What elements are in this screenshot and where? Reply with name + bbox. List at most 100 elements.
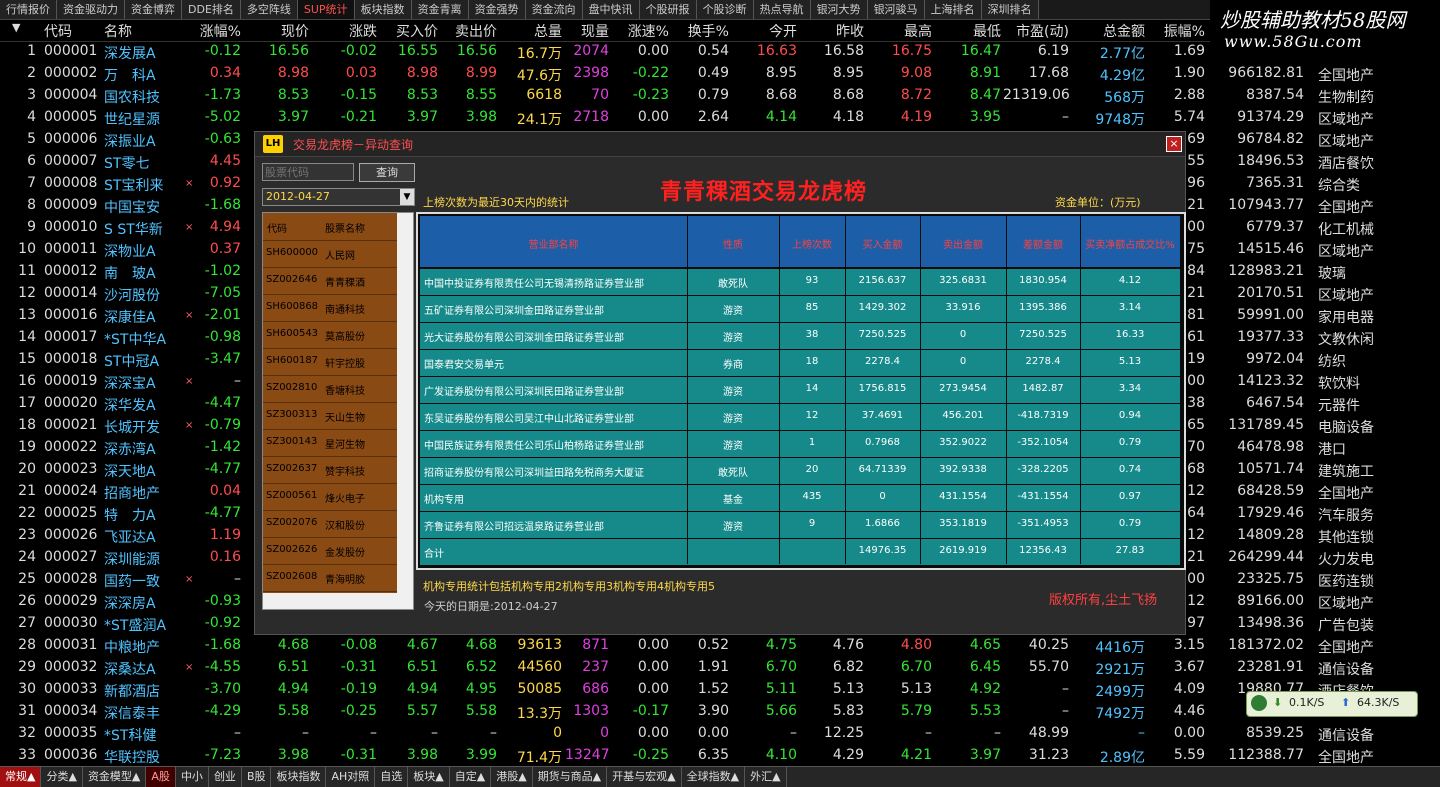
column-header[interactable]: 最高 xyxy=(868,21,932,41)
top-tab[interactable]: 银河骏马 xyxy=(867,0,925,19)
bottom-tab[interactable]: 分类▲ xyxy=(41,767,83,787)
column-header[interactable]: 涨跌 xyxy=(315,21,377,41)
bottom-tab[interactable]: 外汇▲ xyxy=(745,767,787,787)
top-tab[interactable]: 个股诊断 xyxy=(696,0,754,19)
column-header[interactable]: 今开 xyxy=(733,21,797,41)
column-header[interactable]: 换手% xyxy=(672,21,729,41)
bottom-tab[interactable]: A股 xyxy=(146,767,176,787)
stock-list-item[interactable]: SH600187 轩宇控股 xyxy=(263,348,397,376)
bottom-tab[interactable]: 期货与商品▲ xyxy=(533,767,608,787)
bottom-tab[interactable]: 自选 xyxy=(375,767,409,787)
stock-list-item[interactable]: SZ300313 天山生物 xyxy=(263,402,397,430)
top-tab[interactable]: 板块指数 xyxy=(354,0,412,19)
column-header[interactable]: 振幅% xyxy=(1150,21,1205,41)
stock-list-item[interactable]: SZ300143 星河生物 xyxy=(263,429,397,457)
broker-column-header[interactable]: 差额金额 xyxy=(1006,236,1080,251)
top-tab[interactable]: 银河大势 xyxy=(810,0,868,19)
dialog-titlebar[interactable]: LH 交易龙虎榜－异动查询 × xyxy=(255,132,1185,157)
stock-list-item[interactable]: SZ002076 汉和股份 xyxy=(263,510,397,538)
query-button[interactable]: 查询 xyxy=(359,163,415,182)
table-row[interactable]: 1 000001 深发展A -0.12 16.56 -0.02 16.55 16.56 16.7… xyxy=(0,41,1440,63)
top-tab[interactable]: 深圳排名 xyxy=(981,0,1039,19)
bottom-tab[interactable]: B股 xyxy=(242,767,272,787)
broker-column-header[interactable]: 卖出金额 xyxy=(920,236,1006,251)
stock-list-item[interactable]: SH600000 人民网 xyxy=(263,240,397,268)
chevron-down-icon[interactable]: ▼ xyxy=(400,189,414,205)
date-select[interactable]: 2012-04-27 ▼ xyxy=(262,188,415,206)
bottom-tab[interactable]: AH对照 xyxy=(326,767,376,787)
broker-row[interactable]: 中国中投证券有限责任公司无锡清扬路证券营业部 敢死队 93 2156.637 325.6… xyxy=(420,269,1180,295)
top-tab[interactable]: 资金驱动力 xyxy=(57,0,125,19)
top-tab[interactable]: SUP统计 xyxy=(297,0,355,19)
bottom-tab[interactable]: 开基与宏观▲ xyxy=(607,767,682,787)
column-header[interactable]: 现价 xyxy=(245,21,309,41)
top-tab[interactable]: 热点导航 xyxy=(753,0,811,19)
column-header[interactable]: 买入价 xyxy=(380,21,438,41)
top-tab[interactable]: 资金强势 xyxy=(468,0,526,19)
broker-row[interactable]: 招商证券股份有限公司深圳益田路免税商务大厦证 敢死队 20 64.71339 392.9… xyxy=(420,458,1180,484)
broker-row[interactable]: 合计 14976.35 2619.919 12356.43 27.83 xyxy=(420,539,1180,565)
stock-list-item[interactable]: SH600868 南通科技 xyxy=(263,294,397,322)
broker-row[interactable]: 五矿证券有限公司深圳金田路证券营业部 游资 85 1429.302 33.916 1395… xyxy=(420,296,1180,322)
table-row[interactable]: 30 000033 新都酒店 -3.70 4.94 -0.19 4.94 4.95 50085 6… xyxy=(0,679,1440,701)
stock-code-input[interactable] xyxy=(262,163,354,181)
column-header[interactable]: 代码 xyxy=(44,21,72,41)
broker-row[interactable]: 东吴证券股份有限公司吴江中山北路证券营业部 游资 12 37.4691 456.201 -… xyxy=(420,404,1180,430)
close-icon[interactable]: × xyxy=(1166,136,1182,152)
broker-column-header[interactable]: 上榜次数 xyxy=(779,236,845,251)
broker-column-header[interactable]: 性质 xyxy=(687,236,779,251)
table-row[interactable]: 33 000036 华联控股 -7.23 3.98 -0.31 3.98 3.99 71.4万 1… xyxy=(0,745,1440,767)
table-row[interactable]: 28 000031 中粮地产 -1.68 4.68 -0.08 4.67 4.68 93613 8… xyxy=(0,635,1440,657)
bottom-tab[interactable]: 自定▲ xyxy=(450,767,492,787)
network-speed-widget[interactable]: ⬇ 0.1K/S ⬆ 64.3K/S xyxy=(1246,691,1418,717)
stock-list-item[interactable]: SZ002810 香塘科技 xyxy=(263,375,397,403)
stock-list-item[interactable]: SZ000561 烽火电子 xyxy=(263,483,397,511)
column-header[interactable]: 昨收 xyxy=(800,21,864,41)
broker-column-header[interactable]: 买卖净额占成交比% xyxy=(1080,236,1180,251)
bottom-tab[interactable]: 中小 xyxy=(176,767,209,787)
top-tab[interactable]: 资金青离 xyxy=(411,0,469,19)
broker-row[interactable]: 中国民族证券有限责任公司乐山柏杨路证券营业部 游资 1 0.7968 352.9022 -… xyxy=(420,431,1180,457)
stock-list-item[interactable]: SZ002637 赞宇科技 xyxy=(263,456,397,484)
top-tab[interactable]: 行情报价 xyxy=(0,0,57,19)
table-row[interactable]: 29 000032 深桑达A × -4.55 6.51 -0.31 6.51 6.52 44560… xyxy=(0,657,1440,679)
top-tab[interactable]: 资金流向 xyxy=(525,0,583,19)
horizontal-scrollbar[interactable] xyxy=(263,593,413,609)
table-row[interactable]: 2 000002 万 科A 0.34 8.98 0.03 8.98 8.99 47.6万 2398… xyxy=(0,63,1440,85)
bottom-tab[interactable]: 港股▲ xyxy=(491,767,533,787)
bottom-tab[interactable]: 创业 xyxy=(209,767,242,787)
stock-list-item[interactable]: SZ002626 金发股份 xyxy=(263,537,397,565)
table-row[interactable]: 3 000004 国农科技 -1.73 8.53 -0.15 8.53 8.55 6618 70 -… xyxy=(0,85,1440,107)
column-header[interactable]: 总金额 xyxy=(1071,21,1145,41)
broker-column-header[interactable]: 买入金额 xyxy=(845,236,920,251)
top-tab[interactable]: 多空阵线 xyxy=(240,0,298,19)
top-tab[interactable]: 上海排名 xyxy=(924,0,982,19)
broker-row[interactable]: 齐鲁证券有限公司招远温泉路证券营业部 游资 9 1.6866 353.1819 -351.… xyxy=(420,512,1180,538)
table-row[interactable]: 4 000005 世纪星源 -5.02 3.97 -0.21 3.97 3.98 24.1万 27… xyxy=(0,107,1440,129)
broker-row[interactable]: 机构专用 基金 435 0 431.1554 -431.1554 0.97 xyxy=(420,485,1180,511)
top-tab[interactable]: DDE排名 xyxy=(182,0,241,19)
bottom-tab[interactable]: 资金模型▲ xyxy=(83,767,147,787)
column-header[interactable]: 现量 xyxy=(565,21,609,41)
bottom-tab[interactable]: 板块▲ xyxy=(408,767,450,787)
column-header[interactable]: 涨速% xyxy=(612,21,669,41)
column-header[interactable]: 市盈(动) xyxy=(1003,21,1069,41)
bottom-tab[interactable]: 常规▲ xyxy=(0,767,42,787)
column-header[interactable]: 卖出价 xyxy=(441,21,497,41)
stock-list-item[interactable]: SZ002646 青青稞酒 xyxy=(263,267,397,295)
column-header[interactable]: 名称 xyxy=(104,21,132,41)
sort-chevron-icon[interactable]: ▼ xyxy=(12,21,20,34)
top-tab[interactable]: 个股研报 xyxy=(639,0,697,19)
table-row[interactable]: 31 000034 深信泰丰 -4.29 5.58 -0.25 5.57 5.58 13.3万 1… xyxy=(0,701,1440,723)
column-header[interactable]: 最低 xyxy=(935,21,1001,41)
top-tab[interactable]: 资金博弈 xyxy=(125,0,182,19)
broker-row[interactable]: 国泰君安交易单元 券商 18 2278.4 0 2278.4 5.13 xyxy=(420,350,1180,376)
broker-row[interactable]: 广发证券股份有限公司深圳民田路证券营业部 游资 14 1756.815 273.9454… xyxy=(420,377,1180,403)
stock-list-item[interactable]: SH600543 莫高股份 xyxy=(263,321,397,349)
stock-list-item[interactable]: SZ002608 青海明胶 xyxy=(263,564,397,592)
broker-column-header[interactable]: 营业部名称 xyxy=(420,236,687,251)
column-header[interactable]: 总量 xyxy=(500,21,562,41)
table-row[interactable]: 32 000035 *ST科健 – – – – – 0 0 0.00 0.00 – 12.25 – – 48.9… xyxy=(0,723,1440,745)
vertical-scrollbar[interactable] xyxy=(397,213,413,593)
top-tab[interactable]: 盘中快讯 xyxy=(582,0,640,19)
